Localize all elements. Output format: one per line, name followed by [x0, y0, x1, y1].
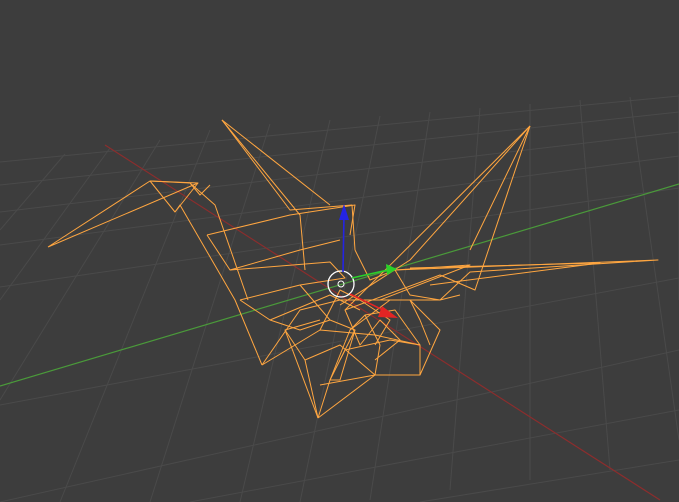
gizmo-x-axis[interactable] [349, 293, 386, 312]
gizmo-y-axis[interactable] [351, 269, 389, 279]
viewport-canvas[interactable] [0, 0, 679, 502]
transform-gizmo[interactable] [327, 204, 398, 318]
gizmo-x-arrow[interactable] [378, 306, 398, 318]
crane-wireframe-mesh[interactable] [47, 119, 659, 419]
floor-grid [0, 94, 679, 502]
3d-viewport[interactable] [0, 0, 679, 502]
gizmo-z-axis[interactable] [342, 213, 345, 273]
gizmo-y-arrow[interactable] [386, 264, 397, 275]
